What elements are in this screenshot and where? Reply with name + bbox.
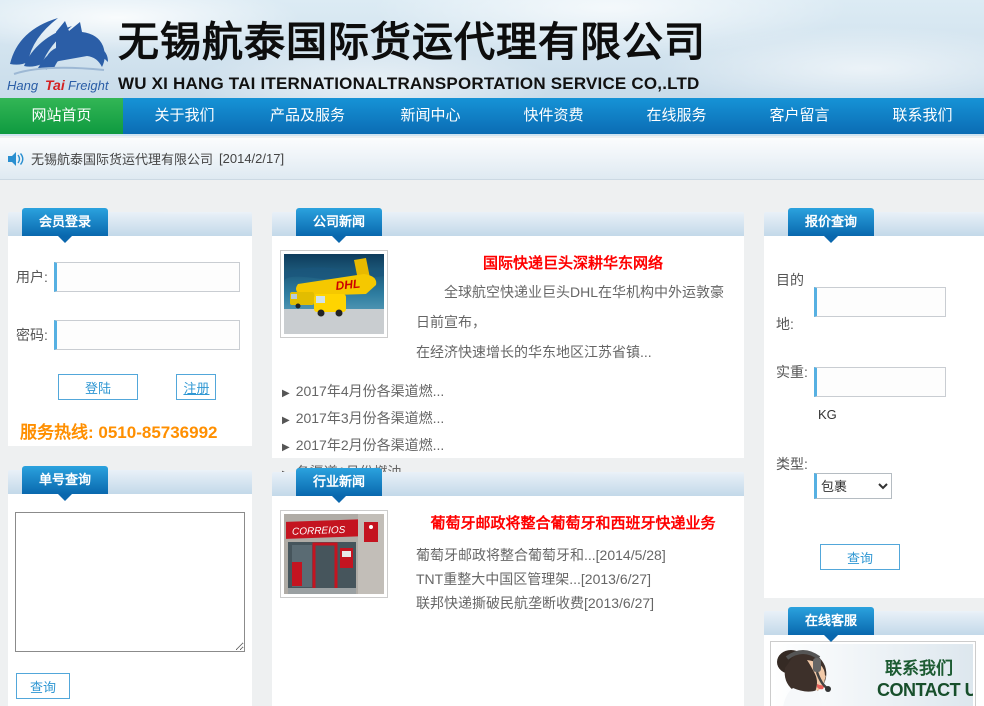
main-nav: 网站首页 关于我们 产品及服务 新闻中心 快件资费 在线服务 客户留言 联系我们 <box>0 98 984 136</box>
announcement-text[interactable]: 无锡航泰国际货运代理有限公司 <box>31 149 213 168</box>
company-news-summary-1: 全球航空快递业巨头DHL在华机构中外运敦豪日前宣布， <box>416 277 730 337</box>
type-label: 类型: <box>776 442 814 530</box>
contact-cn-text: 联系我们 <box>885 658 953 678</box>
left-column: 会员登录 用户: 密码: 登陆 注册 服务热线: 0510-85736992 单… <box>8 212 252 706</box>
dhl-plane-image: DHL <box>284 254 384 334</box>
quote-tab: 报价查询 <box>788 208 874 236</box>
nav-item-products[interactable]: 产品及服务 <box>246 98 369 134</box>
company-news-list-item[interactable]: ▶2017年3月份各渠道燃... <box>282 406 736 433</box>
correios-store-image: CORREIOS <box>284 514 384 594</box>
parcel-type-select[interactable]: 包裹 <box>814 473 892 499</box>
announcement-date: [2014/2/17] <box>219 151 284 166</box>
online-service-header: 在线客服 <box>764 611 984 635</box>
nav-item-online-service[interactable]: 在线服务 <box>615 98 738 134</box>
quote-panel: 报价查询 目的地: 实重: KG 类型: 包裹 <box>764 212 984 598</box>
triangle-bullet-icon: ▶ <box>282 415 290 426</box>
announcement-bar: 无锡航泰国际货运代理有限公司 [2014/2/17] <box>0 138 984 180</box>
contact-en-text: CONTACT US <box>877 680 973 700</box>
nav-item-about[interactable]: 关于我们 <box>123 98 246 134</box>
right-column: 报价查询 目的地: 实重: KG 类型: 包裹 <box>764 212 984 706</box>
company-logo: Hang Tai Freight <box>4 4 116 96</box>
company-news-list-item[interactable]: ▶2017年2月份各渠道燃... <box>282 433 736 460</box>
dhl-brand-text: DHL <box>335 276 361 293</box>
middle-column: 公司新闻 DHL <box>272 212 744 706</box>
speaker-icon <box>8 152 24 166</box>
logo-word-tai: Tai <box>45 77 66 93</box>
nav-item-news[interactable]: 新闻中心 <box>369 98 492 134</box>
tracking-header: 单号查询 <box>8 470 252 494</box>
correios-sign-text: CORREIOS <box>292 525 346 538</box>
industry-news-headline[interactable]: 葡萄牙邮政将整合葡萄牙和西班牙快递业务 <box>416 512 730 533</box>
company-news-list-item[interactable]: ▶2017年4月份各渠道燃... <box>282 379 736 406</box>
register-button[interactable]: 注册 <box>176 374 216 400</box>
username-label: 用户: <box>16 267 54 287</box>
tracking-query-button[interactable]: 查询 <box>16 673 70 699</box>
tracking-panel: 单号查询 查询 <box>8 470 252 706</box>
horse-icon <box>10 18 108 70</box>
company-news-summary-2: 在经济快速增长的华东地区江苏省镇... <box>416 337 730 367</box>
customer-service-image: 联系我们 CONTACT US <box>773 644 973 706</box>
company-news-featured-image[interactable]: DHL <box>280 250 388 338</box>
company-name-cn: 无锡航泰国际货运代理有限公司 <box>118 8 978 68</box>
service-hotline: 服务热线: 0510-85736992 <box>16 418 244 443</box>
company-news-headline[interactable]: 国际快递巨头深耕华东网络 <box>416 252 730 273</box>
nav-item-home[interactable]: 网站首页 <box>0 98 123 134</box>
triangle-bullet-icon: ▶ <box>282 442 290 453</box>
triangle-bullet-icon: ▶ <box>282 388 290 399</box>
logo-word-hang: Hang <box>7 78 39 93</box>
online-service-panel: 在线客服 <box>764 611 984 706</box>
company-news-header: 公司新闻 <box>272 212 744 236</box>
industry-news-tab: 行业新闻 <box>296 468 382 496</box>
member-login-panel: 会员登录 用户: 密码: 登陆 注册 服务热线: 0510-85736992 <box>8 212 252 446</box>
destination-label: 目的地: <box>776 258 814 346</box>
industry-news-list-item[interactable]: 联邦快递撕破民航垄断收费[2013/6/27] <box>416 591 730 615</box>
industry-news-list-item[interactable]: TNT重整大中国区管理架...[2013/6/27] <box>416 567 730 591</box>
industry-news-featured-image[interactable]: CORREIOS <box>280 510 388 598</box>
weight-unit-label: KG <box>818 407 946 422</box>
contact-us-banner[interactable]: 联系我们 CONTACT US <box>770 641 976 706</box>
industry-news-panel: 行业新闻 CORREIOS <box>272 472 744 706</box>
nav-item-rates[interactable]: 快件资费 <box>492 98 615 134</box>
company-news-panel: 公司新闻 DHL <box>272 212 744 458</box>
weight-input[interactable] <box>814 367 946 397</box>
weight-label: 实重: <box>776 350 814 438</box>
industry-news-list-item[interactable]: 葡萄牙邮政将整合葡萄牙和...[2014/5/28] <box>416 543 730 567</box>
tracking-number-textarea[interactable] <box>15 512 245 652</box>
quote-header: 报价查询 <box>764 212 984 236</box>
password-label: 密码: <box>16 325 54 345</box>
company-news-tab: 公司新闻 <box>296 208 382 236</box>
destination-input[interactable] <box>814 287 946 317</box>
username-input[interactable] <box>54 262 240 292</box>
industry-news-header: 行业新闻 <box>272 472 744 496</box>
logo-word-freight: Freight <box>68 78 110 93</box>
password-input[interactable] <box>54 320 240 350</box>
company-name-en: WU XI HANG TAI ITERNATIONALTRANSPORTATIO… <box>118 74 978 94</box>
online-service-tab: 在线客服 <box>788 607 874 635</box>
login-button[interactable]: 登陆 <box>58 374 138 400</box>
tracking-tab: 单号查询 <box>22 466 108 494</box>
nav-item-contact[interactable]: 联系我们 <box>861 98 984 134</box>
nav-item-guestbook[interactable]: 客户留言 <box>738 98 861 134</box>
site-header: Hang Tai Freight 无锡航泰国际货运代理有限公司 WU XI HA… <box>0 0 984 98</box>
member-login-header: 会员登录 <box>8 212 252 236</box>
quote-query-button[interactable]: 查询 <box>820 544 900 570</box>
member-login-tab: 会员登录 <box>22 208 108 236</box>
